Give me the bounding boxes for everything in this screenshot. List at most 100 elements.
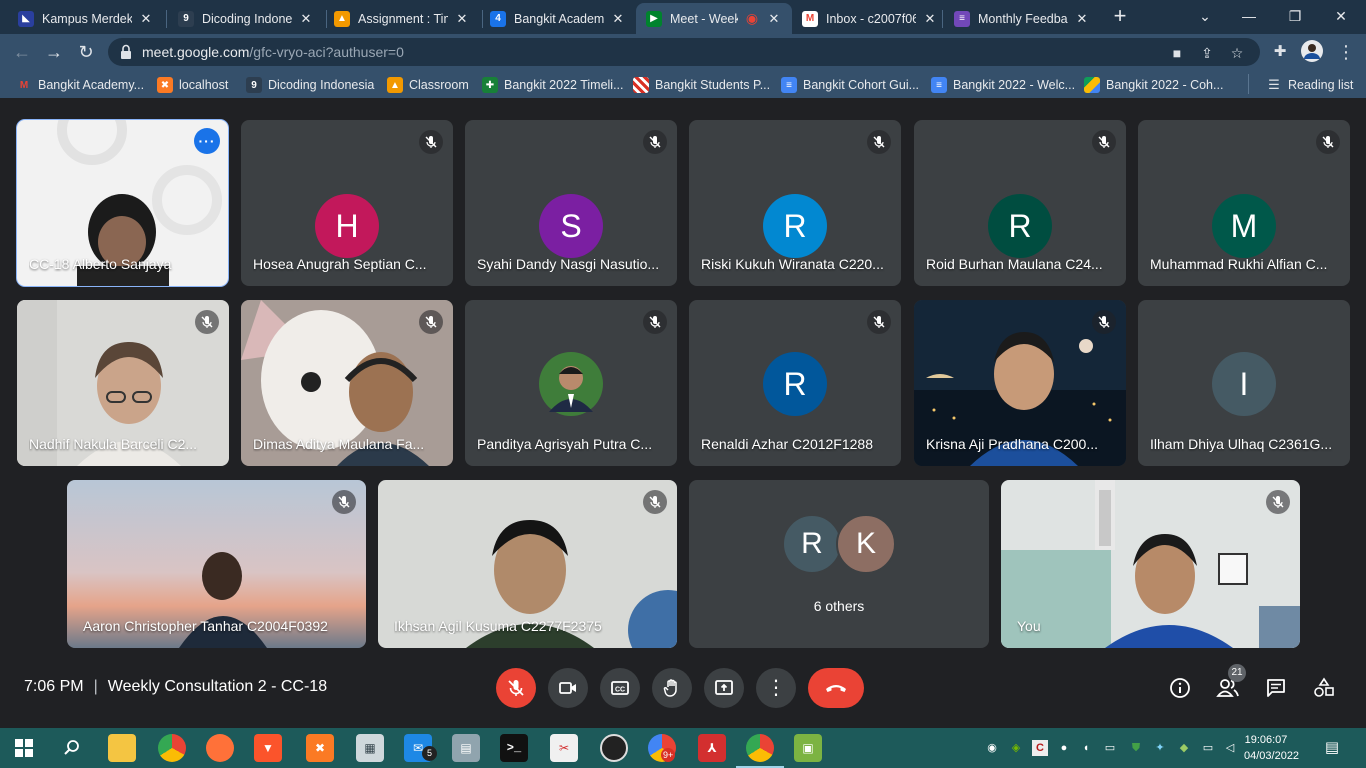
pdf-reader-icon[interactable]: ⅄ bbox=[698, 734, 726, 762]
close-icon[interactable]: ✕ bbox=[1074, 11, 1090, 27]
bookmark-localhost[interactable]: ✖ localhost bbox=[157, 76, 228, 94]
tab-meet[interactable]: ▶ Meet - Weekl ◉ ✕ bbox=[636, 3, 792, 34]
discord-icon[interactable]: ◉ bbox=[984, 740, 1000, 756]
docs-icon: ≡ bbox=[781, 77, 797, 93]
close-icon[interactable]: ✕ bbox=[298, 11, 314, 27]
extensions-icon[interactable]: ✚ bbox=[1268, 40, 1292, 64]
sheets-icon: ✚ bbox=[482, 77, 498, 93]
close-icon[interactable]: ✕ bbox=[766, 11, 782, 27]
network-app-icon[interactable]: ▤ bbox=[452, 734, 480, 762]
more-options-button[interactable]: ⋮ bbox=[756, 668, 796, 708]
participant-tile[interactable]: Aaron Christopher Tanhar C2004F0392 bbox=[67, 480, 366, 648]
participant-tile[interactable]: R Riski Kukuh Wiranata C220... bbox=[689, 120, 901, 286]
tab-kampus-merdeka[interactable]: ◣ Kampus Merdeka ✕ bbox=[8, 3, 164, 34]
close-icon[interactable]: ✕ bbox=[138, 11, 154, 27]
battery-icon[interactable]: ▭ bbox=[1102, 740, 1118, 756]
bookmark-star-icon[interactable]: ☆ bbox=[1228, 44, 1246, 62]
camera-in-use-icon[interactable]: ■ bbox=[1168, 44, 1186, 62]
participant-tile[interactable]: R Roid Burhan Maulana C24... bbox=[914, 120, 1126, 286]
search-icon[interactable] bbox=[58, 734, 86, 762]
others-tile[interactable]: R K 6 others bbox=[689, 480, 989, 648]
participant-tile[interactable]: ··· CC-18 Alberto Sanjaya bbox=[16, 119, 229, 287]
window-close-icon[interactable]: ✕ bbox=[1318, 4, 1364, 28]
close-icon[interactable]: ✕ bbox=[610, 11, 626, 27]
address-bar[interactable]: meet.google.com/gfc-vryo-aci?authuser=0 … bbox=[108, 38, 1260, 66]
reading-list-button[interactable]: ☰ Reading list bbox=[1266, 76, 1353, 94]
reload-icon[interactable]: ↻ bbox=[74, 40, 98, 64]
kebab-menu-icon[interactable]: ⋮ bbox=[1334, 40, 1358, 64]
bookmark-bangkit-timeline[interactable]: ✚ Bangkit 2022 Timeli... bbox=[482, 76, 624, 94]
chrome-active-icon[interactable] bbox=[746, 734, 774, 762]
raise-hand-button[interactable] bbox=[652, 668, 692, 708]
microphone-icon[interactable]: ● bbox=[1056, 740, 1072, 756]
terminal-icon[interactable]: >_ bbox=[500, 734, 528, 762]
participant-tile[interactable]: I Ilham Dhiya Ulhaq C2361G... bbox=[1138, 300, 1350, 466]
nvidia-icon[interactable]: ◈ bbox=[1008, 740, 1024, 756]
people-button[interactable]: 21 bbox=[1216, 664, 1246, 700]
tab-assignment[interactable]: ▲ Assignment : Tim ✕ bbox=[324, 3, 480, 34]
tab-title: Meet - Weekl bbox=[670, 11, 738, 26]
restore-icon[interactable]: ❐ bbox=[1272, 4, 1318, 28]
bookmark-bangkit-cohort[interactable]: Bangkit 2022 - Coh... bbox=[1084, 76, 1223, 94]
participant-tile[interactable]: H Hosea Anugrah Septian C... bbox=[241, 120, 453, 286]
bookmark-bangkit-welcome[interactable]: ≡ Bangkit 2022 - Welc... bbox=[931, 76, 1075, 94]
profile-avatar[interactable] bbox=[1300, 40, 1324, 64]
file-explorer-icon[interactable] bbox=[108, 734, 136, 762]
bookmark-bangkit-academy[interactable]: M Bangkit Academy... bbox=[16, 76, 144, 94]
present-button[interactable] bbox=[704, 668, 744, 708]
volume-icon[interactable]: ◁ bbox=[1222, 740, 1238, 756]
leave-call-button[interactable] bbox=[808, 668, 864, 708]
bookmark-bangkit-students[interactable]: Bangkit Students P... bbox=[633, 76, 770, 94]
participant-tile[interactable]: M Muhammad Rukhi Alfian C... bbox=[1138, 120, 1350, 286]
captions-button[interactable]: CC bbox=[600, 668, 640, 708]
bluetooth-icon[interactable]: ✦ bbox=[1152, 740, 1168, 756]
participant-tile[interactable]: R Renaldi Azhar C2012F1288 bbox=[689, 300, 901, 466]
tab-bangkit-academy[interactable]: 4 Bangkit Academy ✕ bbox=[480, 3, 636, 34]
share-icon[interactable]: ⇪ bbox=[1198, 44, 1216, 62]
speaker-icon[interactable]: ◖ bbox=[1078, 740, 1094, 756]
activities-shapes-icon bbox=[1314, 677, 1334, 697]
xampp-icon[interactable]: ✖ bbox=[306, 734, 334, 762]
notification-center-icon[interactable]: ▤ bbox=[1324, 740, 1340, 756]
bookmark-bangkit-cohort-guide[interactable]: ≡ Bangkit Cohort Gui... bbox=[781, 76, 919, 94]
snipping-tool-icon[interactable]: ✂ bbox=[550, 734, 578, 762]
minimize-icon[interactable]: — bbox=[1226, 4, 1272, 28]
participant-tile[interactable]: Nadhif Nakula Barceli C2... bbox=[17, 300, 229, 466]
tab-dicoding[interactable]: 9 Dicoding Indonesia ✕ bbox=[168, 3, 324, 34]
wifi-icon[interactable]: ▭ bbox=[1200, 740, 1216, 756]
photos-icon[interactable]: ▦ bbox=[356, 734, 384, 762]
firefox-icon[interactable] bbox=[206, 734, 234, 762]
android-studio-icon[interactable]: ▣ bbox=[794, 734, 822, 762]
self-tile[interactable]: You bbox=[1001, 480, 1300, 648]
close-icon[interactable]: ✕ bbox=[922, 11, 938, 27]
activities-button[interactable] bbox=[1312, 676, 1336, 700]
close-icon[interactable]: ✕ bbox=[454, 11, 470, 27]
gmail-icon: M bbox=[802, 10, 818, 27]
camera-toggle-button[interactable] bbox=[548, 668, 588, 708]
more-options-icon[interactable]: ··· bbox=[194, 128, 220, 154]
participant-tile[interactable]: Krisna Aji Pradhana C200... bbox=[914, 300, 1126, 466]
tab-monthly-feedback[interactable]: ≡ Monthly Feedback ✕ bbox=[944, 3, 1100, 34]
obs-icon[interactable] bbox=[600, 734, 628, 762]
brave-icon[interactable]: ▼ bbox=[254, 734, 282, 762]
participant-tile[interactable]: Dimas Aditya Maulana Fa... bbox=[241, 300, 453, 466]
chrome-icon[interactable] bbox=[158, 734, 186, 762]
participant-tile[interactable]: Ikhsan Agil Kusuma C2277F2375 bbox=[378, 480, 677, 648]
mic-toggle-button[interactable] bbox=[496, 668, 536, 708]
ccleaner-icon[interactable]: C bbox=[1032, 740, 1048, 756]
meeting-details-button[interactable] bbox=[1168, 676, 1192, 700]
bookmark-dicoding[interactable]: 9 Dicoding Indonesia bbox=[246, 76, 374, 94]
system-clock[interactable]: 19:06:07 04/03/2022 bbox=[1244, 732, 1299, 764]
participant-tile[interactable]: Panditya Agrisyah Putra C... bbox=[465, 300, 677, 466]
windows-start-icon[interactable] bbox=[10, 734, 38, 762]
participant-tile[interactable]: S Syahi Dandy Nasgi Nasutio... bbox=[465, 120, 677, 286]
forward-arrow-icon[interactable]: → bbox=[42, 40, 66, 64]
tab-inbox[interactable]: M Inbox - c2007f06 ✕ bbox=[792, 3, 948, 34]
tab-search-chevron-icon[interactable]: ⌄ bbox=[1182, 4, 1228, 28]
chat-button[interactable] bbox=[1264, 676, 1288, 700]
vpn-icon[interactable]: ◆ bbox=[1176, 740, 1192, 756]
bookmark-classroom[interactable]: ▲ Classroom bbox=[387, 76, 469, 94]
back-arrow-icon[interactable]: ← bbox=[10, 40, 34, 64]
defender-icon[interactable]: ⛊ bbox=[1128, 740, 1144, 756]
new-tab-button[interactable]: + bbox=[1109, 5, 1131, 28]
